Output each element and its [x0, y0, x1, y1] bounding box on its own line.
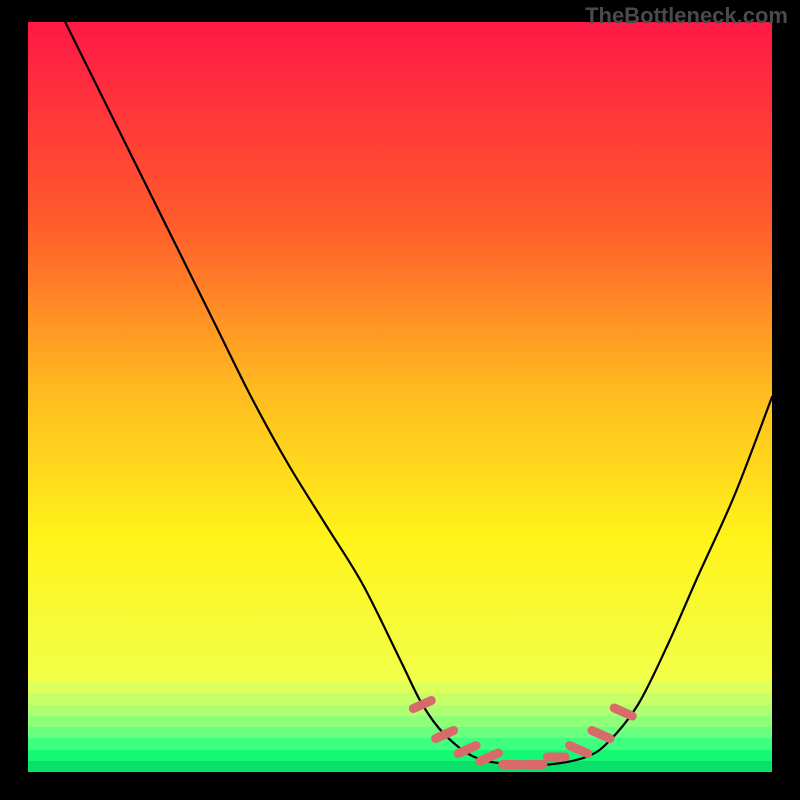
highlight-markers	[413, 701, 632, 765]
marker-segment	[480, 753, 498, 761]
marker-segment	[570, 746, 588, 754]
watermark-text: TheBottleneck.com	[585, 3, 788, 29]
plot-area	[28, 22, 772, 772]
bottleneck-curve	[65, 22, 772, 765]
marker-segment	[413, 701, 431, 709]
marker-segment	[436, 731, 454, 739]
marker-segment	[614, 708, 632, 716]
marker-segment	[592, 731, 610, 739]
chart-container: TheBottleneck.com	[0, 0, 800, 800]
marker-segment	[458, 746, 476, 754]
curve-layer	[28, 22, 772, 772]
